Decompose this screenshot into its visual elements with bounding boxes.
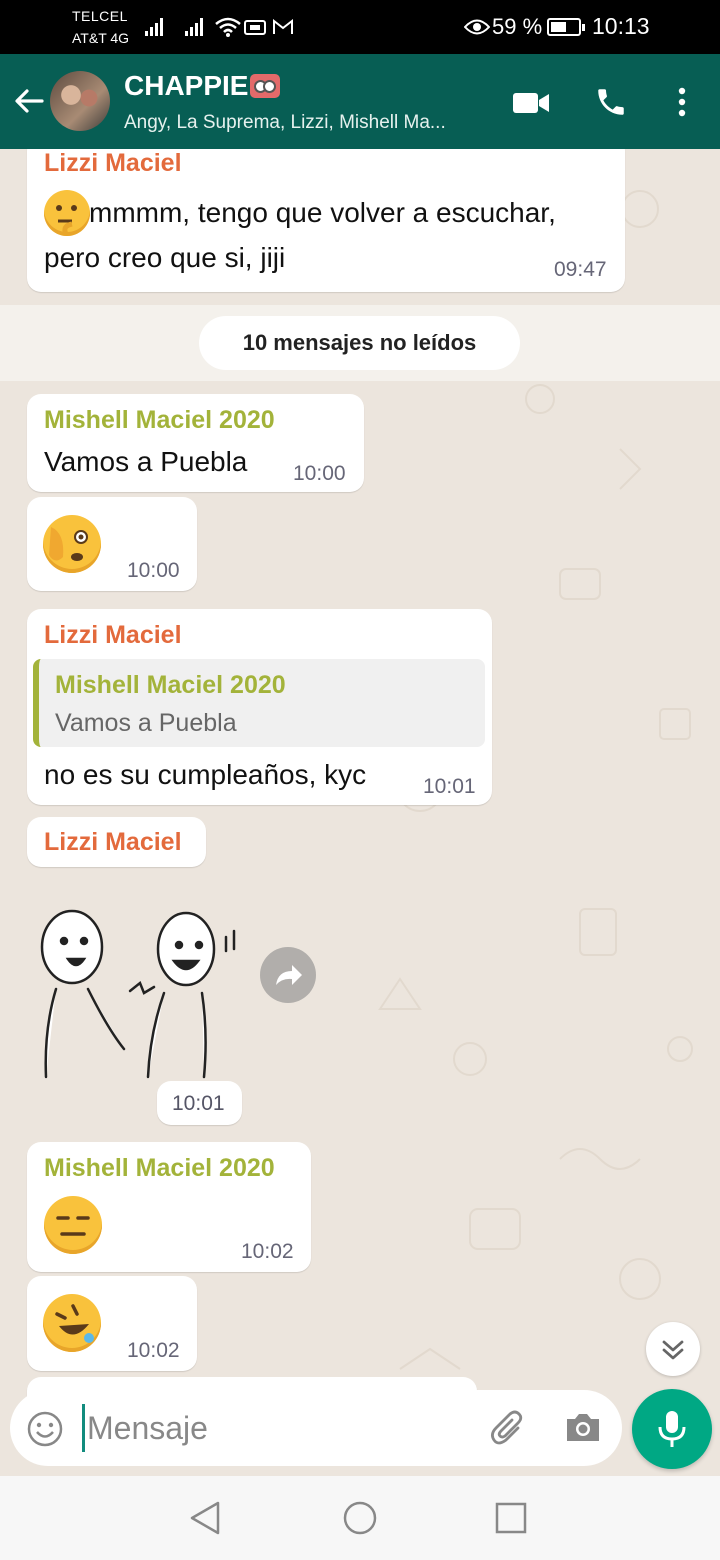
- message-sender: Lizzi Maciel: [44, 621, 182, 649]
- message-bubble[interactable]: Lizzi Maciel mmmm, tengo que volver a es…: [27, 149, 625, 292]
- voice-message-button[interactable]: [632, 1389, 712, 1469]
- message-text: mmmm, tengo que volver a escuchar,: [89, 197, 556, 228]
- message-bubble[interactable]: 10:02: [27, 1276, 197, 1371]
- nav-back-icon[interactable]: [188, 1500, 222, 1536]
- quoted-text: Vamos a Puebla: [55, 709, 237, 737]
- message-sender: Lizzi Maciel: [44, 828, 182, 856]
- robot-emoji-icon: [250, 74, 281, 98]
- nav-home-icon[interactable]: [342, 1500, 378, 1536]
- quoted-message[interactable]: Mishell Maciel 2020 Vamos a Puebla: [33, 659, 485, 747]
- more-options-icon[interactable]: [676, 87, 688, 119]
- group-title-text: CHAPPIE: [124, 70, 249, 101]
- quoted-sender: Mishell Maciel 2020: [55, 671, 286, 699]
- chat-area[interactable]: Lizzi Maciel mmmm, tengo que volver a es…: [0, 149, 720, 1476]
- wifi-icon: [215, 17, 241, 37]
- double-chevron-down-icon: [662, 1340, 684, 1360]
- carrier-name-secondary: AT&T 4G: [72, 30, 130, 46]
- message-sender: Lizzi Maciel: [44, 149, 182, 177]
- battery-icon: [547, 18, 585, 36]
- sender-label-bubble: Lizzi Maciel: [27, 817, 206, 867]
- expressionless-face-emoji-icon: [44, 1196, 102, 1254]
- unread-messages-badge: 10 mensajes no leídos: [199, 316, 520, 370]
- message-time: 10:00: [293, 462, 346, 485]
- group-members[interactable]: Angy, La Suprema, Lizzi, Mishell Ma...: [124, 112, 484, 134]
- forward-share-icon[interactable]: [260, 947, 316, 1003]
- eye-comfort-icon: [464, 19, 490, 35]
- attach-paperclip-icon[interactable]: [488, 1408, 528, 1448]
- system-navigation-bar: [0, 1476, 720, 1560]
- message-sender: Mishell Maciel 2020: [44, 406, 275, 434]
- message-bubble[interactable]: 10:00: [27, 497, 197, 591]
- thinking-face-emoji-icon: [44, 190, 90, 236]
- scroll-to-bottom-button[interactable]: [646, 1322, 700, 1376]
- status-clock: 10:13: [592, 13, 650, 39]
- laughing-men-sticker[interactable]: [36, 907, 242, 1081]
- emoji-icon[interactable]: [26, 1410, 64, 1448]
- message-composer: [10, 1390, 622, 1466]
- message-input[interactable]: [82, 1404, 472, 1452]
- nav-recents-icon[interactable]: [494, 1501, 528, 1535]
- vpn-key-icon: [244, 20, 266, 35]
- gmail-icon: [273, 19, 293, 34]
- sticker-time-pill: 10:01: [157, 1081, 242, 1125]
- rolling-on-floor-laughing-emoji-icon: [43, 1294, 101, 1352]
- message-time: 10:02: [127, 1339, 180, 1362]
- battery-percent: 59 %: [492, 14, 543, 39]
- status-bar: TELCEL AT&T 4G 59 % 10:13: [0, 0, 720, 54]
- group-avatar[interactable]: [50, 71, 110, 131]
- battery-level-fill: [551, 22, 567, 32]
- chat-header: CHAPPIE Angy, La Suprema, Lizzi, Mishell…: [0, 54, 720, 149]
- signal-icon: [185, 16, 203, 36]
- message-text: Vamos a Puebla: [44, 446, 248, 477]
- group-title[interactable]: CHAPPIE: [124, 70, 281, 102]
- face-with-hand-over-eye-emoji-icon: [43, 515, 101, 573]
- message-time: 10:00: [127, 559, 180, 582]
- signal-icon: [145, 16, 163, 36]
- microphone-icon: [658, 1411, 686, 1447]
- message-time: 09:47: [554, 258, 607, 281]
- message-bubble[interactable]: Mishell Maciel 2020 Vamos a Puebla 10:00: [27, 394, 364, 492]
- message-bubble[interactable]: Mishell Maciel 2020 10:02: [27, 1142, 311, 1272]
- phone-icon[interactable]: [594, 85, 628, 119]
- camera-icon[interactable]: [564, 1410, 602, 1444]
- message-sender: Mishell Maciel 2020: [44, 1154, 275, 1182]
- message-time: 10:02: [241, 1240, 294, 1263]
- message-bubble[interactable]: Lizzi Maciel Mishell Maciel 2020 Vamos a…: [27, 609, 492, 805]
- message-time: 10:01: [423, 775, 476, 798]
- carrier-name-primary: TELCEL: [72, 8, 128, 24]
- message-time: 10:01: [172, 1092, 225, 1115]
- video-call-icon[interactable]: [512, 90, 550, 116]
- message-text: pero creo que si, jiji: [44, 242, 286, 273]
- back-arrow-icon[interactable]: [12, 84, 46, 118]
- message-text: no es su cumpleaños, kyc: [44, 759, 367, 790]
